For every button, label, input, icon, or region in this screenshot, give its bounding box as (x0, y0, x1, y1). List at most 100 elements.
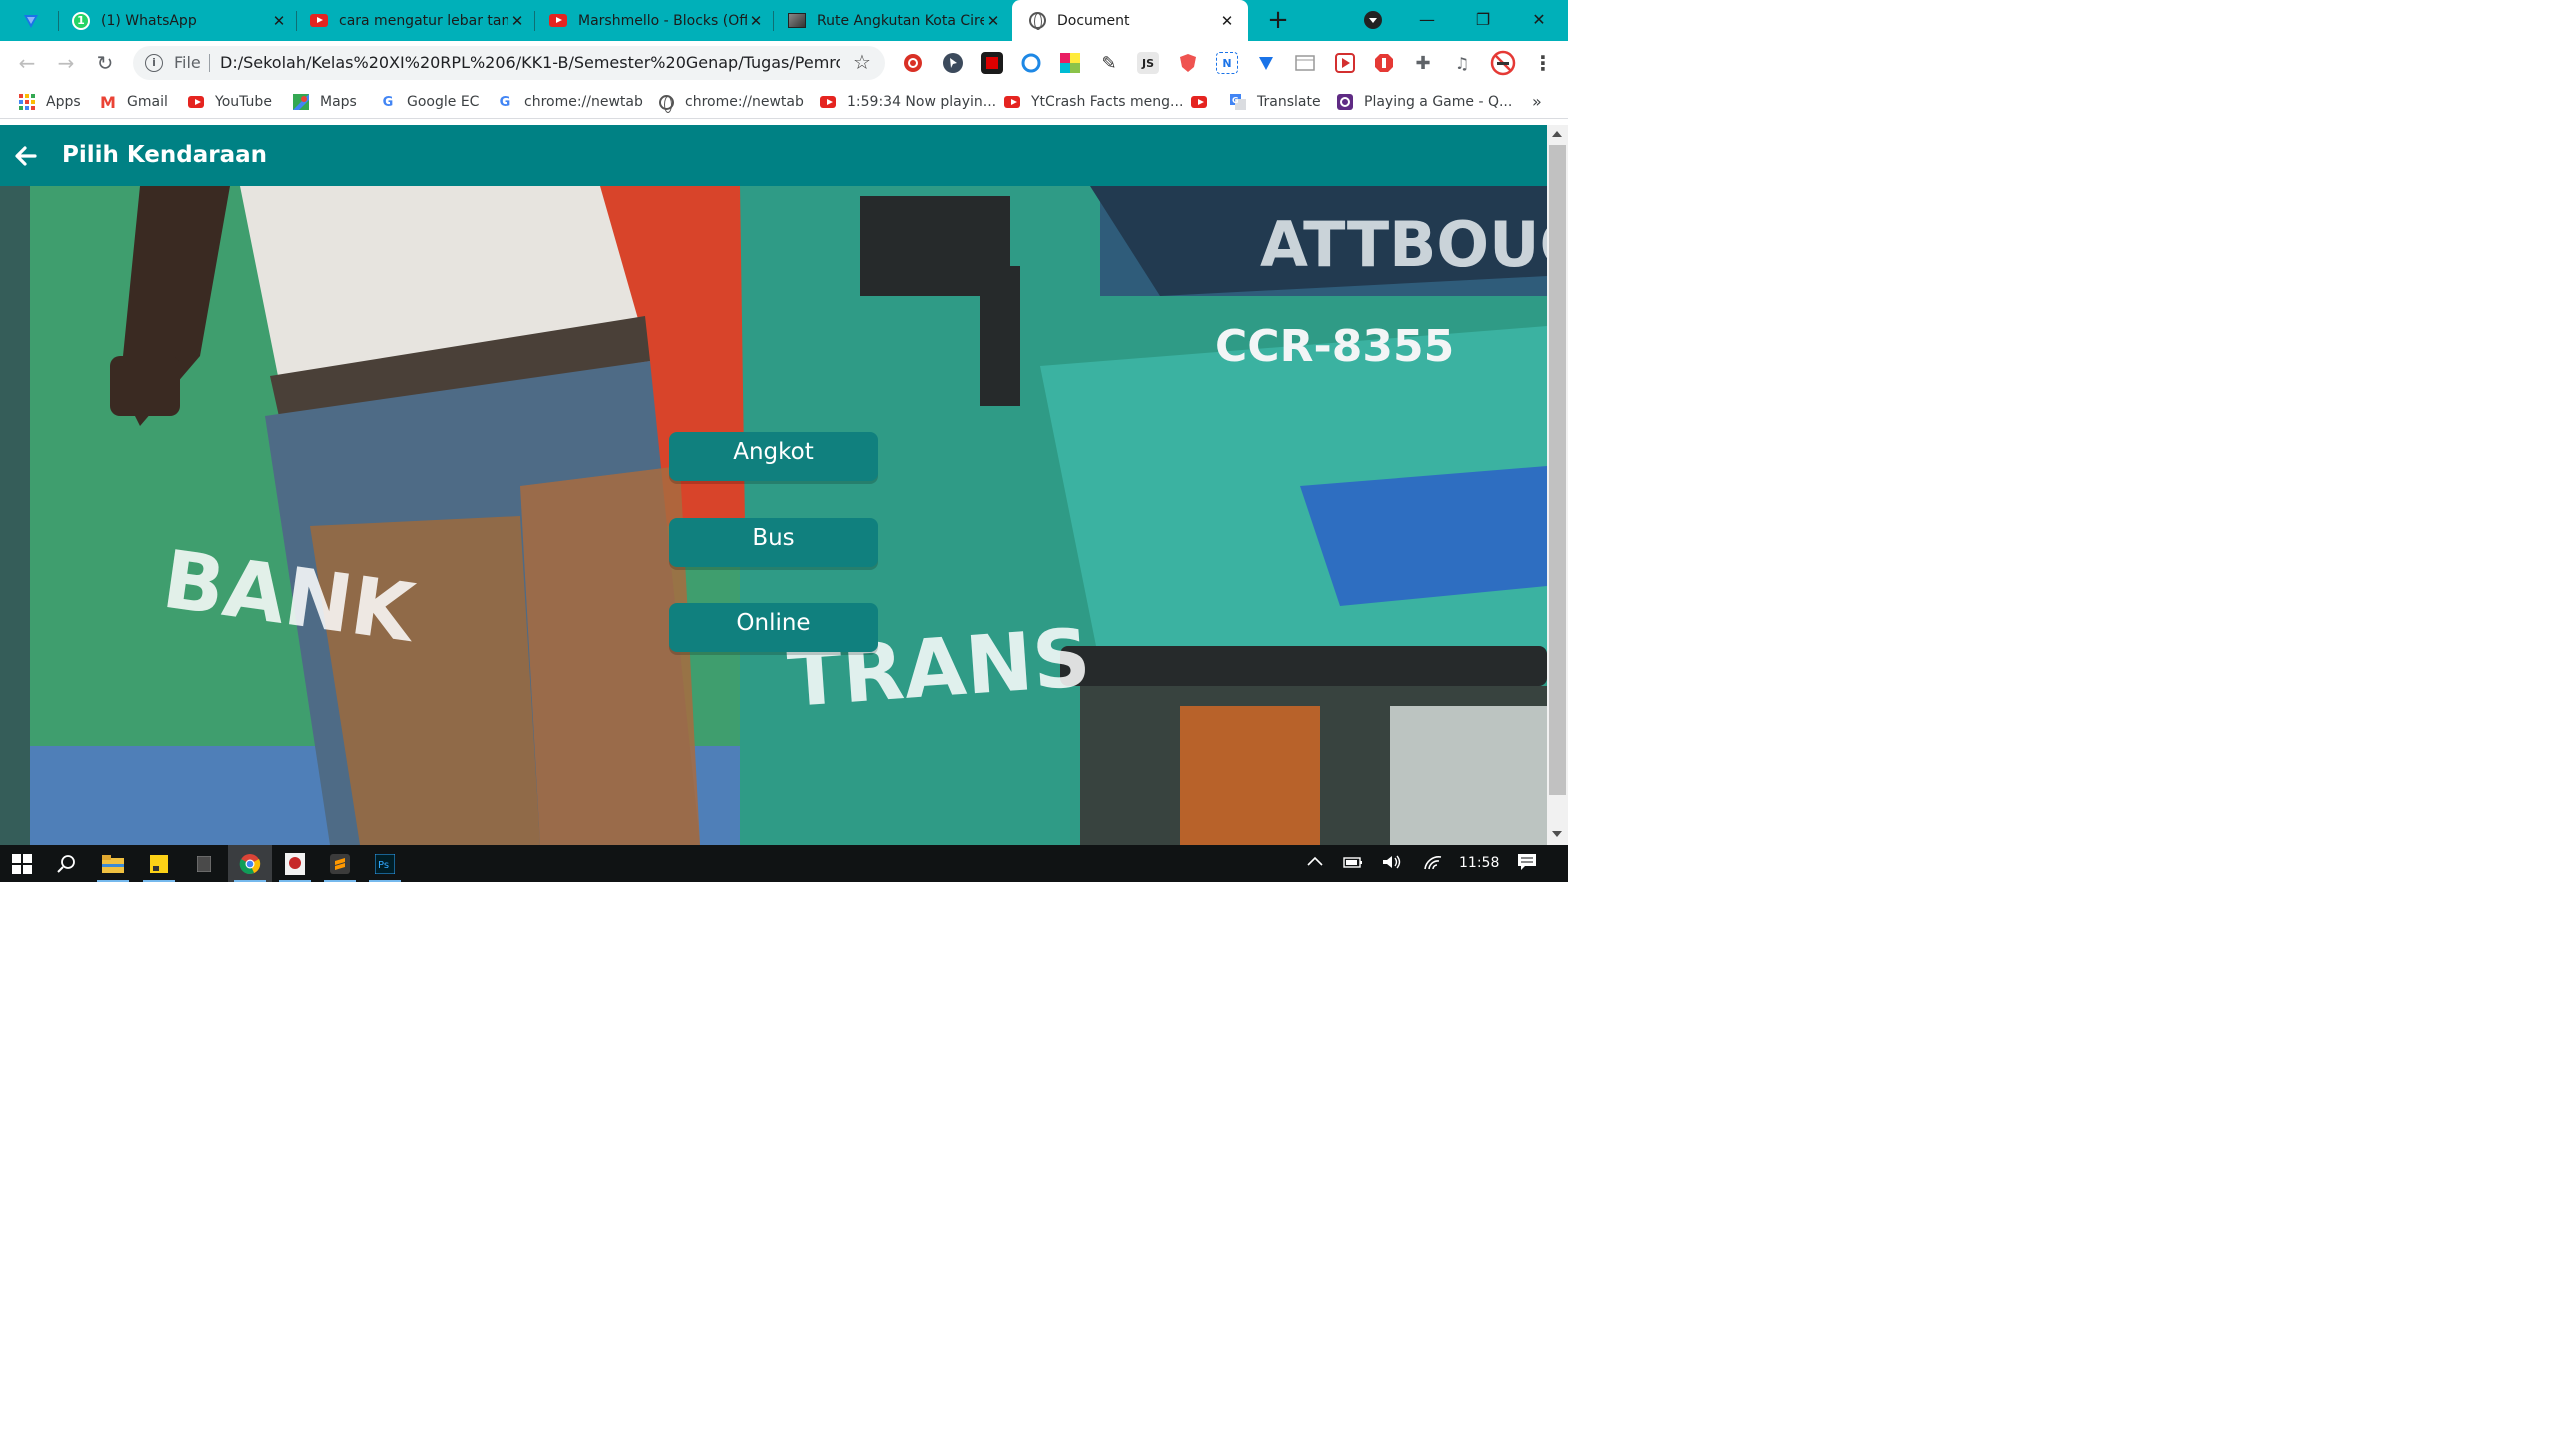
scrollbar-thumb[interactable] (1549, 145, 1566, 795)
bookmark-label: Google EC (407, 94, 480, 110)
globe-icon (658, 94, 674, 113)
bookmark-gmail[interactable]: M Gmail (100, 92, 168, 112)
scroll-up-arrow-icon[interactable] (1552, 131, 1562, 137)
pdf-app-icon[interactable] (273, 845, 317, 882)
bookmark-label: Playing a Game - Q... (1364, 94, 1513, 110)
bookmarks-overflow-icon[interactable]: » (1532, 92, 1542, 111)
bookmark-star-icon[interactable]: ☆ (853, 50, 871, 74)
extension-shield-icon[interactable] (1177, 52, 1199, 74)
extension-color-grid-icon[interactable] (1059, 52, 1081, 74)
bookmark-newtab-2[interactable]: chrome://newtab (658, 92, 804, 113)
battery-icon[interactable] (1342, 853, 1364, 875)
scroll-down-arrow-icon[interactable] (1552, 831, 1562, 837)
back-arrow-icon[interactable] (13, 143, 39, 169)
extension-ring-icon[interactable] (1020, 52, 1042, 74)
extension-n-icon[interactable]: N (1216, 52, 1238, 74)
extension-window-icon[interactable] (1294, 52, 1316, 74)
search-icon[interactable] (44, 845, 88, 882)
extension-vpn-icon[interactable] (1255, 52, 1277, 74)
youtube-icon (1191, 94, 1207, 110)
bookmark-youtube[interactable]: YouTube (188, 92, 272, 112)
tab-title: Rute Angkutan Kota Cire (817, 12, 984, 29)
restore-icon[interactable]: ❐ (1471, 8, 1495, 32)
bookmark-quizizz[interactable]: Playing a Game - Q... (1337, 92, 1512, 112)
extension-stop-icon[interactable] (1373, 52, 1395, 74)
windows-taskbar: Ps 11:58 (0, 845, 1568, 882)
google-icon: G (499, 94, 511, 110)
bookmark-now-playing[interactable]: 1:59:34 Now playin... (820, 92, 996, 112)
bookmark-apps[interactable]: Apps (19, 92, 81, 112)
browser-toolbar: ← → ↻ i File D:/Sekolah/Kelas%20XI%20RPL… (0, 41, 1568, 85)
close-window-icon[interactable]: ✕ (1527, 8, 1551, 32)
clock-time[interactable]: 11:58 (1459, 855, 1499, 871)
bookmark-google-ec[interactable]: G Google EC (380, 92, 480, 112)
bookmark-newtab-1[interactable]: G chrome://newtab (497, 92, 643, 112)
new-tab-button[interactable]: + (1265, 7, 1291, 34)
angkot-photo: ATTBOUG CCR-8355 BANK TRANS (0, 186, 1547, 845)
whatsapp-icon: 1 (72, 11, 90, 30)
tab-whatsapp[interactable]: 1 (1) WhatsApp ✕ (72, 0, 288, 41)
tab-document[interactable]: Document ✕ (1012, 0, 1248, 41)
bookmark-youtube-2[interactable] (1191, 92, 1218, 112)
svg-text:G: G (1232, 96, 1239, 105)
sticky-notes-icon[interactable] (137, 845, 181, 882)
close-tab-icon[interactable]: ✕ (984, 12, 1002, 30)
close-tab-icon[interactable]: ✕ (1218, 12, 1236, 30)
bookmark-label: Gmail (127, 94, 168, 110)
vpn-heart-icon (22, 12, 40, 30)
youtube-icon (549, 12, 567, 30)
tab-search-icon[interactable] (1364, 11, 1382, 29)
tab-rute-angkutan[interactable]: Rute Angkutan Kota Cire ✕ (788, 0, 1002, 41)
close-tab-icon[interactable]: ✕ (747, 12, 765, 30)
wifi-icon[interactable] (1422, 853, 1444, 875)
bookmark-maps[interactable]: Maps (293, 92, 357, 112)
bookmark-label: Maps (320, 94, 357, 110)
profile-avatar-icon[interactable] (1490, 50, 1516, 76)
bookmark-label: chrome://newtab (685, 94, 804, 110)
extension-red-square-icon[interactable] (981, 52, 1003, 74)
bookmark-label: Translate (1257, 94, 1321, 110)
back-nav-icon[interactable]: ← (14, 50, 40, 76)
angkot-button[interactable]: Angkot (669, 432, 878, 481)
extension-pen-icon[interactable]: ✎ (1098, 52, 1120, 74)
volume-icon[interactable] (1381, 853, 1403, 875)
extensions-puzzle-icon[interactable]: ✚ (1412, 52, 1434, 74)
app-square-icon[interactable] (182, 845, 226, 882)
extension-cursor-icon[interactable] (942, 52, 964, 74)
gmail-icon: M (100, 92, 116, 112)
photoshop-icon[interactable]: Ps (363, 845, 407, 882)
tab-title: (1) WhatsApp (101, 12, 197, 29)
bookmark-label: chrome://newtab (524, 94, 643, 110)
tab-vpn[interactable] (22, 0, 48, 41)
address-bar[interactable]: i File D:/Sekolah/Kelas%20XI%20RPL%206/K… (133, 46, 885, 80)
page-scrollbar[interactable] (1547, 125, 1568, 845)
bookmark-ytcrash[interactable]: YtCrash Facts meng... (1004, 92, 1183, 112)
url-text[interactable]: D:/Sekolah/Kelas%20XI%20RPL%206/KK1-B/Se… (220, 53, 840, 72)
file-explorer-icon[interactable] (91, 845, 135, 882)
extension-red-play-icon[interactable] (1334, 52, 1356, 74)
close-tab-icon[interactable]: ✕ (270, 12, 288, 30)
bookmark-label: YouTube (215, 94, 272, 110)
browser-menu-icon[interactable]: ⋮ (1533, 51, 1553, 75)
tab-youtube-1[interactable]: cara mengatur lebar tam ✕ (310, 0, 526, 41)
reload-icon[interactable]: ↻ (92, 50, 118, 76)
info-icon[interactable]: i (145, 54, 163, 72)
tab-youtube-2[interactable]: Marshmello - Blocks (Off ✕ (549, 0, 765, 41)
media-control-icon[interactable]: ♫ (1451, 52, 1473, 74)
bookmark-translate[interactable]: G Translate (1230, 92, 1321, 112)
sublime-text-icon[interactable] (318, 845, 362, 882)
extension-red-circle-icon[interactable] (902, 52, 924, 74)
bookmark-label: YtCrash Facts meng... (1031, 94, 1184, 110)
tray-chevron-icon[interactable] (1306, 853, 1324, 875)
minimize-icon[interactable]: — (1415, 8, 1439, 32)
close-tab-icon[interactable]: ✕ (508, 12, 526, 30)
forward-nav-icon[interactable]: → (53, 50, 79, 76)
photo-icon (788, 12, 806, 30)
extension-js-icon[interactable]: JS (1137, 52, 1159, 74)
chrome-icon[interactable] (228, 845, 272, 882)
online-button[interactable]: Online (669, 603, 878, 652)
youtube-icon (310, 12, 328, 30)
action-center-icon[interactable] (1517, 853, 1537, 875)
windows-start-icon[interactable] (0, 845, 44, 882)
bus-button[interactable]: Bus (669, 518, 878, 567)
